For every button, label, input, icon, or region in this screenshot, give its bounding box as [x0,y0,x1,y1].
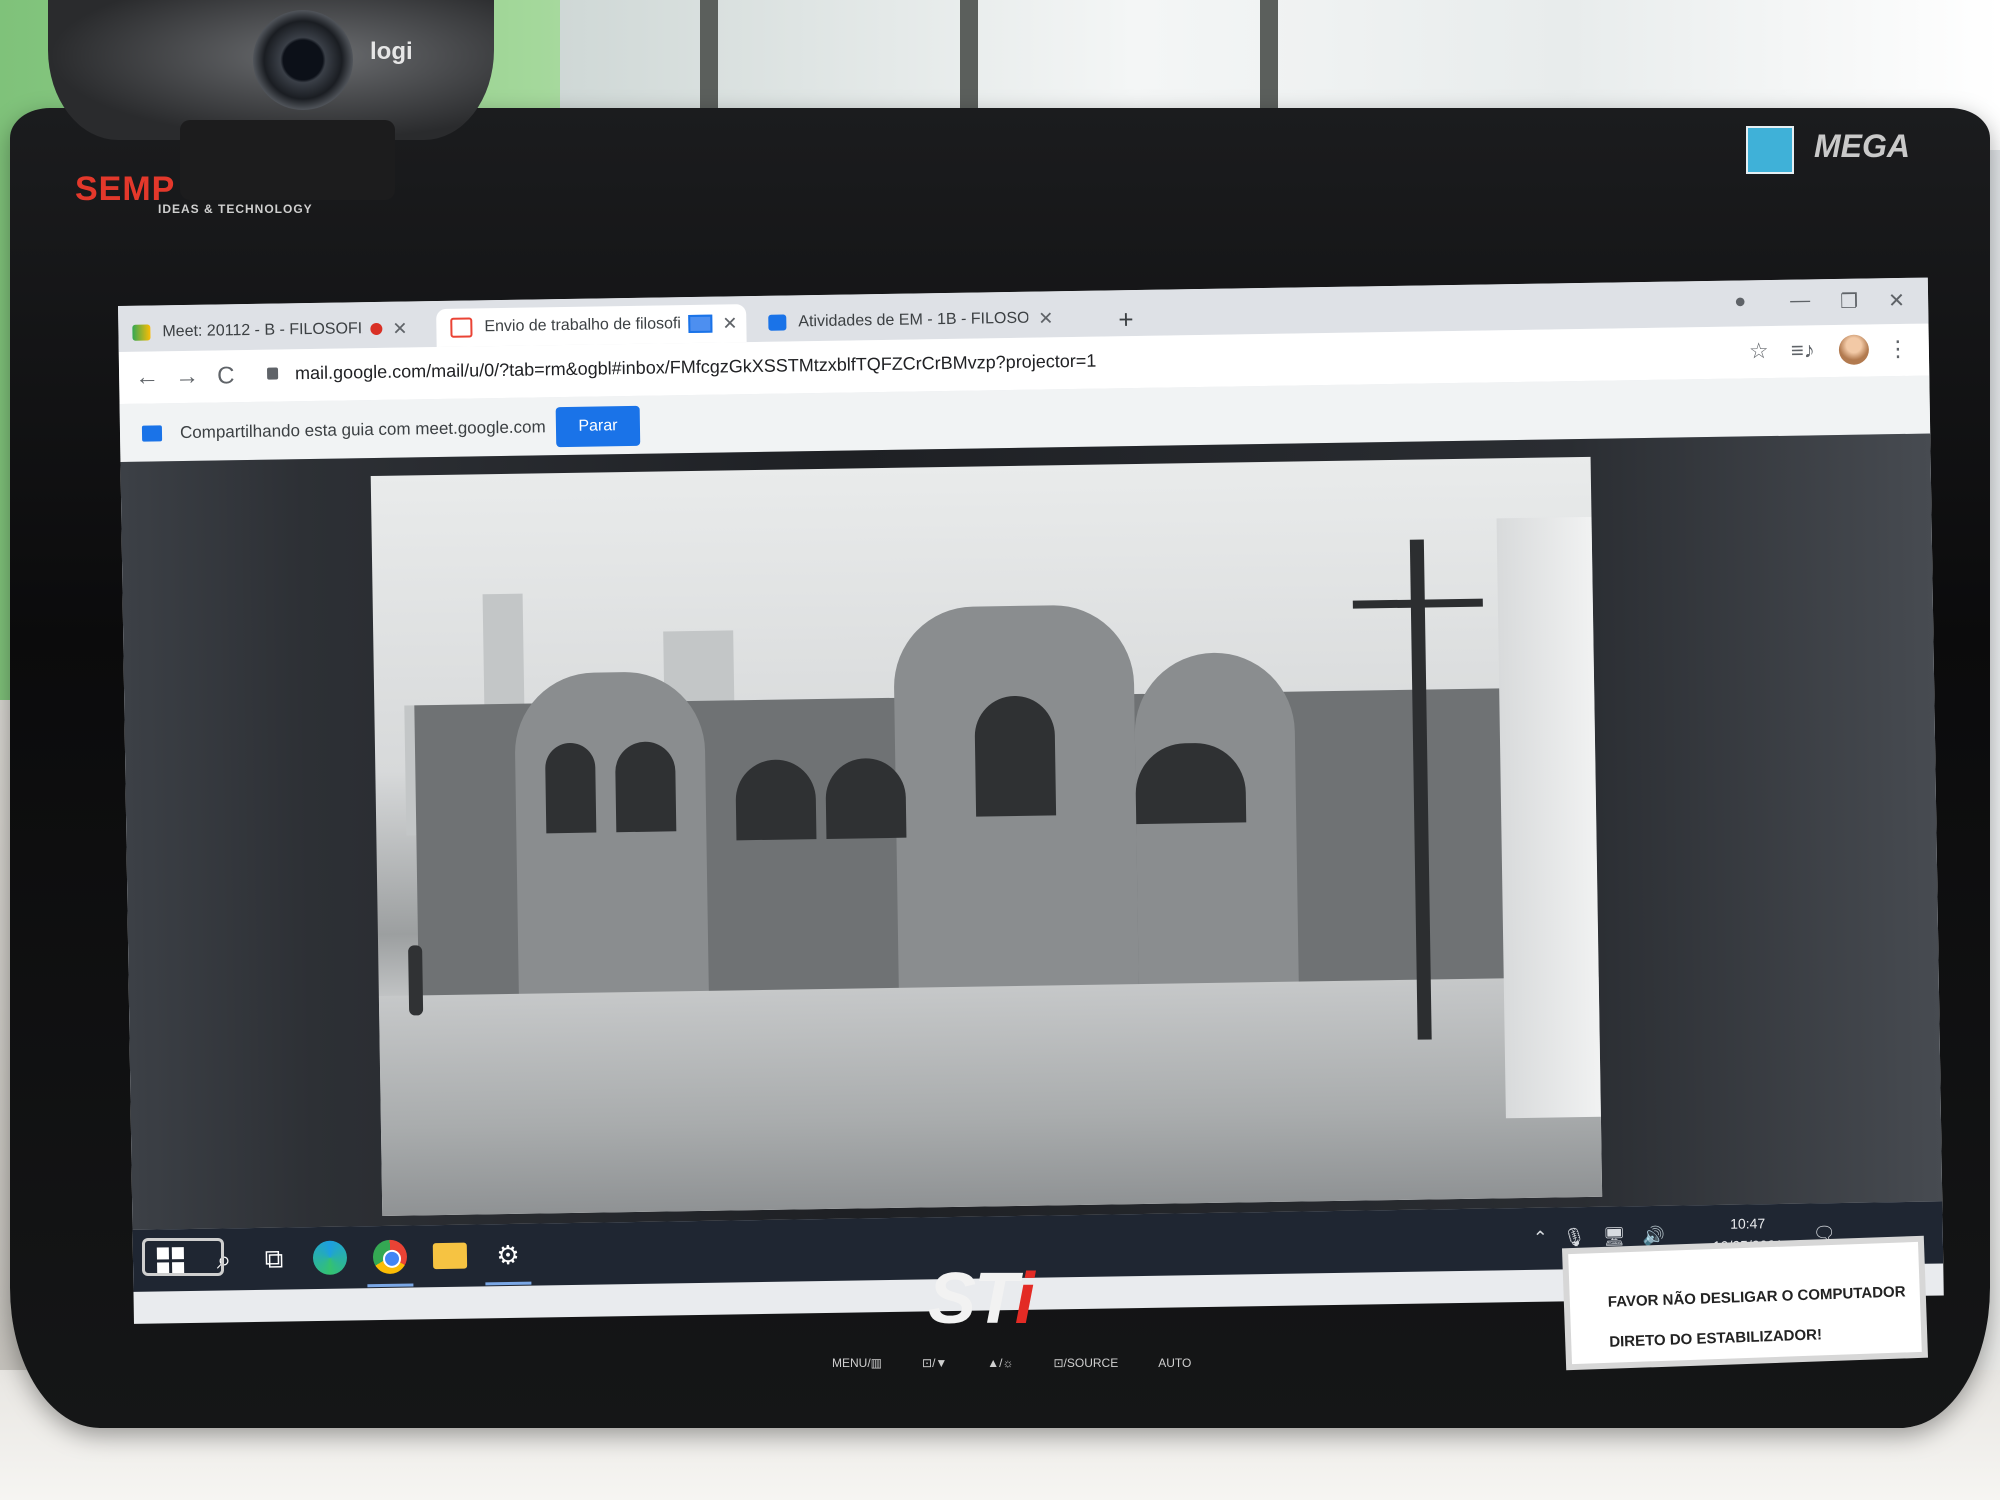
webcam-lens-icon [253,10,353,110]
photo-pedestrian [408,945,424,1016]
network-icon[interactable]: 🖥 [1603,1226,1626,1247]
sticker-badge-icon [1746,126,1794,174]
photo-station-building [414,604,1559,1006]
monitor-input-icon [142,1238,224,1276]
tab-title: Envio de trabalho de filosofia [484,315,681,336]
monitor-logo-accent: i [1014,1259,1035,1339]
gmail-icon [450,317,473,338]
close-tab-icon[interactable]: ✕ [722,313,737,334]
badge-brand: MEGA [1814,128,1910,164]
google-meet-icon [132,324,151,341]
chrome-icon[interactable] [372,1239,408,1275]
monitor-brand-tagline: IDEAS & TECHNOLOGY [158,202,313,216]
monitor: SEMP IDEAS & TECHNOLOGY MEGA Meet: 20112… [10,108,1990,1428]
casting-icon [688,314,713,334]
photo-arch-window [974,695,1057,817]
lock-icon[interactable] [266,367,279,380]
sharing-status-text: Compartilhando esta guia com meet.google… [179,417,546,443]
notifications-icon[interactable]: 🗨 [1813,1223,1836,1244]
photo-arch-window [614,741,677,833]
photo-arch-window [825,757,907,839]
monitor-logo-main: ST [928,1259,1017,1339]
edge-icon[interactable] [312,1240,348,1276]
tray-chevron-icon[interactable]: ⌃ [1533,1228,1548,1249]
tab-meet[interactable]: Meet: 20112 - B - FILOSOFIA ✕ [118,309,429,352]
profile-avatar-icon[interactable] [1838,334,1870,365]
attachment-viewer [120,433,1943,1230]
tab-title: Atividades de EM - 1B - FILOSOFI [798,309,1029,331]
tab-classroom[interactable]: Atividades de EM - 1B - FILOSOFI ✕ [754,299,1065,342]
tab-title: Meet: 20112 - B - FILOSOFIA [162,320,363,341]
photo-arch-window [735,759,817,841]
reload-button[interactable]: C [217,362,235,390]
maximize-button[interactable]: ❐ [1840,289,1858,314]
monitor-brightness-button[interactable]: ▲/☼ [987,1356,1013,1370]
photo-arch-window [544,742,597,834]
webcam-clip [180,120,395,200]
monitor-auto-button[interactable]: AUTO [1158,1356,1191,1370]
close-window-button[interactable]: ✕ [1888,288,1905,313]
photo-pole-crossbar [1352,598,1483,609]
address-bar[interactable]: mail.google.com/mail/u/0/?tab=rm&ogbl#in… [295,351,1097,385]
monitor-down-button[interactable]: ⊡/▼ [922,1356,947,1370]
webcam-brand: logi [370,38,413,65]
forward-button[interactable]: → [175,363,199,391]
minimize-button[interactable]: — [1790,289,1810,312]
warning-sticker: FAVOR NÃO DESLIGAR O COMPUTADOR DIRETO D… [1568,1241,1922,1365]
settings-icon[interactable]: ⚙ [491,1238,526,1273]
volume-icon[interactable]: 🔊 [1643,1226,1666,1247]
recording-icon [370,322,383,336]
photo-side-building [1496,516,1601,1119]
active-app-indicator [485,1281,532,1286]
close-tab-icon[interactable]: ✕ [392,318,407,339]
new-tab-button[interactable]: + [1118,304,1134,335]
google-classroom-icon [768,314,787,331]
close-tab-icon[interactable]: ✕ [1038,308,1053,329]
photo-arch-facade [513,670,709,1004]
task-view-icon[interactable]: ⧉ [257,1241,292,1276]
back-button[interactable]: ← [135,363,159,391]
bookmark-star-icon[interactable]: ☆ [1749,338,1769,364]
monitor-source-button[interactable]: ⊡/SOURCE [1054,1356,1119,1370]
attachment-photo[interactable] [370,456,1603,1216]
screen: Meet: 20112 - B - FILOSOFIA ✕ Envio de t… [118,277,1944,1324]
profile-indicator-icon[interactable]: ● [1734,290,1746,313]
media-control-icon[interactable]: ≡♪ [1791,337,1815,363]
webcam: logi [48,0,494,140]
browser-menu-icon[interactable]: ⋮ [1887,336,1909,362]
stop-sharing-button[interactable]: Parar [555,405,641,448]
tab-gmail[interactable]: Envio de trabalho de filosofia ✕ [436,304,747,347]
microphone-icon[interactable]: 🎙 [1563,1227,1586,1248]
active-app-indicator [367,1283,414,1288]
monitor-buttons: MENU/▥ ⊡/▼ ▲/☼ ⊡/SOURCE AUTO [832,1356,1191,1370]
screen-share-icon [141,425,163,442]
monitor-menu-button[interactable]: MENU/▥ [832,1356,882,1370]
monitor-logo: STi [928,1258,1035,1340]
clock-time: 10:47 [1730,1215,1766,1232]
file-explorer-icon[interactable] [432,1242,468,1270]
